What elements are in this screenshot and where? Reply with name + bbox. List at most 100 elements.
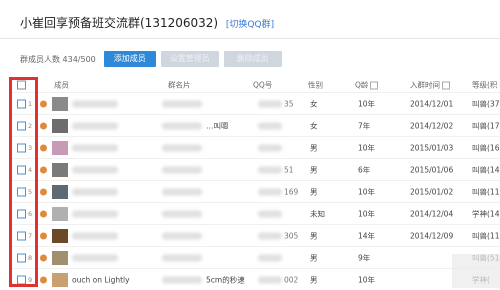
member-name-blurred (72, 166, 118, 173)
col-joined[interactable]: 入群时间 (410, 80, 450, 91)
qq-age: 9年 (358, 253, 371, 262)
table-row[interactable]: 5 169 男 10年 2015/01/02 叫兽(11 (10, 180, 500, 202)
table-row[interactable]: 2 …叫嗯女 7年 2014/12/02 叫兽(17 (10, 114, 500, 136)
member-level: 叫兽(16 (472, 143, 500, 152)
col-gender: 性别 (308, 80, 323, 90)
sort-icon[interactable] (370, 81, 379, 90)
card-blurred (162, 254, 202, 261)
card-blurred (162, 188, 202, 195)
member-level: 叫兽(14 (472, 165, 500, 174)
member-name-blurred (72, 144, 118, 151)
join-date: 2015/01/02 (410, 187, 454, 196)
member-table: 成员 群名片 QQ号 性别 Q龄 入群时间 等级(积 1 35 女 10年 2014/1… (10, 78, 500, 290)
col-card: 群名片 (168, 80, 191, 90)
gender: 男 (310, 143, 318, 152)
qq-number: 35 (284, 99, 294, 108)
member-card: …叫嗯 (206, 121, 229, 130)
group-title: 小崔回享预备班交流群(131206032) [切换QQ群] (20, 14, 274, 31)
qq-blurred (258, 122, 282, 129)
member-level: 学神(14 (472, 209, 500, 218)
qq-age: 10年 (358, 143, 376, 152)
qq-age: 10年 (358, 187, 376, 196)
table-body: 1 35 女 10年 2014/12/01 叫兽(37 2 …叫嗯女 7年 2014/12/02 叫… (10, 92, 500, 290)
member-level: 叫兽(37 (472, 99, 500, 108)
member-card: 5cm的秒速 (206, 275, 245, 284)
qq-blurred (258, 144, 282, 151)
join-date: 2014/12/02 (410, 121, 454, 130)
gender: 男 (310, 275, 318, 284)
col-member: 成员 (54, 80, 69, 90)
table-row[interactable]: 8男9年叫兽(51 (10, 246, 500, 268)
member-name: ouch on Lightly (72, 275, 130, 284)
table-row[interactable]: 6 未知 10年 2014/12/04 学神(14 (10, 202, 500, 224)
table-row[interactable]: 9ouch on Lightly5cm的秒速002男10年学神( (10, 268, 500, 290)
qq-number: 169 (284, 187, 299, 196)
qq-blurred (258, 254, 282, 261)
member-icon (40, 188, 47, 195)
join-date: 2014/12/09 (410, 231, 454, 240)
gender: 男 (310, 187, 318, 196)
gender: 女 (310, 99, 318, 108)
member-icon (40, 254, 47, 261)
qq-age: 10年 (358, 99, 376, 108)
card-blurred (162, 276, 202, 283)
col-level: 等级(积 (472, 80, 498, 90)
gender: 男 (310, 231, 318, 240)
member-icon (40, 166, 47, 173)
divider (0, 38, 500, 39)
member-icon (40, 232, 47, 239)
checkbox-column-highlight (9, 77, 38, 287)
qq-number: 002 (284, 275, 299, 284)
avatar[interactable] (52, 272, 68, 287)
member-name-blurred (72, 188, 118, 195)
member-name-blurred (72, 232, 118, 239)
remove-member-button[interactable]: 删除成员 (223, 51, 282, 67)
member-name-blurred (72, 254, 118, 261)
gender: 女 (310, 121, 318, 130)
avatar[interactable] (52, 206, 68, 221)
set-admin-button[interactable]: 设置管理员 (160, 51, 219, 67)
col-joined-label: 入群时间 (410, 80, 440, 90)
qq-number: 51 (284, 165, 294, 174)
join-date: 2014/12/01 (410, 99, 454, 108)
col-qq: QQ号 (253, 80, 273, 90)
add-member-button[interactable]: 添加成员 (103, 51, 156, 67)
avatar[interactable] (52, 250, 68, 265)
qq-age: 10年 (358, 275, 376, 284)
join-date: 2014/12/04 (410, 209, 454, 218)
avatar[interactable] (52, 140, 68, 155)
qq-age: 6年 (358, 165, 371, 174)
table-header: 成员 群名片 QQ号 性别 Q龄 入群时间 等级(积 (10, 78, 500, 92)
member-icon (40, 276, 47, 283)
avatar[interactable] (52, 162, 68, 177)
card-blurred (162, 210, 202, 217)
member-name-blurred (72, 122, 118, 129)
qq-age: 10年 (358, 209, 376, 218)
card-blurred (162, 144, 202, 151)
group-name: 小崔回享预备班交流群(131206032) (20, 16, 219, 30)
qq-blurred (258, 210, 282, 217)
qq-age: 7年 (358, 121, 371, 130)
member-count: 群成员人数 434/500 (20, 54, 96, 64)
avatar[interactable] (52, 96, 68, 111)
qq-blurred (258, 276, 282, 283)
member-icon (40, 122, 47, 129)
member-level: 叫兽(11 (472, 187, 500, 196)
switch-group-link[interactable]: [切换QQ群] (226, 20, 274, 30)
member-icon (40, 210, 47, 217)
avatar[interactable] (52, 184, 68, 199)
avatar[interactable] (52, 118, 68, 133)
table-row[interactable]: 4 51 男 6年 2015/01/06 叫兽(14 (10, 158, 500, 180)
qq-number: 305 (284, 231, 299, 240)
col-qage[interactable]: Q龄 (355, 80, 379, 91)
table-row[interactable]: 3 男 10年 2015/01/03 叫兽(16 (10, 136, 500, 158)
avatar[interactable] (52, 228, 68, 243)
gender: 未知 (310, 209, 325, 218)
qq-blurred (258, 100, 282, 107)
table-row[interactable]: 7 305 男 14年 2014/12/09 叫兽(11 (10, 224, 500, 246)
sort-icon[interactable] (442, 81, 450, 90)
gender: 男 (310, 165, 318, 174)
qq-blurred (258, 166, 282, 173)
table-row[interactable]: 1 35 女 10年 2014/12/01 叫兽(37 (10, 92, 500, 114)
toolbar: 群成员人数 434/500 添加成员 设置管理员 删除成员 (20, 50, 287, 68)
